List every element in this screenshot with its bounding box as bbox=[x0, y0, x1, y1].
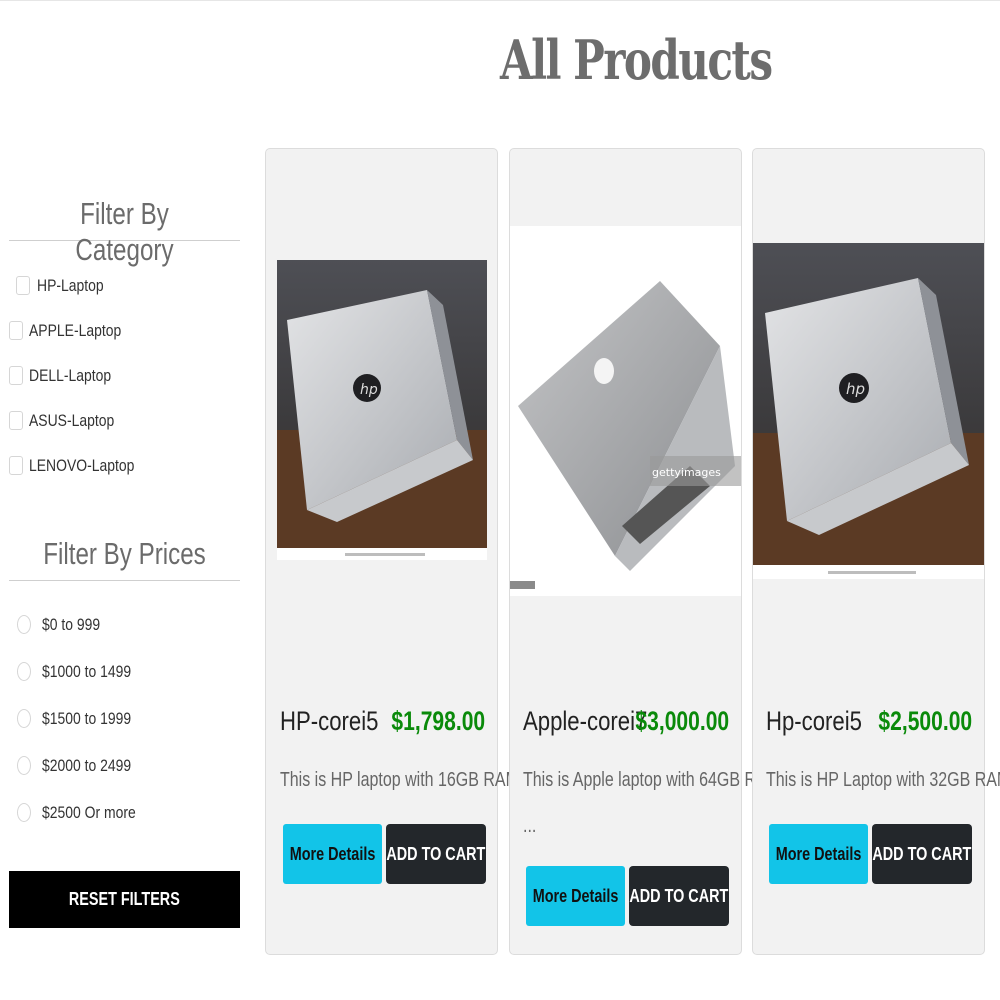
price-label: $1500 to 1999 bbox=[42, 708, 132, 728]
add-to-cart-label: ADD TO CART bbox=[872, 843, 972, 864]
svg-text:hp: hp bbox=[360, 382, 378, 398]
product-card: gettyimages Apple-corei7 $3,000.00 This … bbox=[509, 148, 780, 955]
category-checkbox[interactable] bbox=[9, 456, 23, 475]
category-filter-title: Filter By Category bbox=[75, 196, 174, 267]
category-list: HP-Laptop APPLE-Laptop DELL-Laptop ASUS-… bbox=[9, 263, 240, 488]
category-checkbox[interactable] bbox=[9, 321, 23, 340]
price-option-1500-1999[interactable]: $1500 to 1999 bbox=[9, 695, 240, 742]
category-option-lenovo[interactable]: LENOVO-Laptop bbox=[9, 443, 240, 488]
page-title: All Products bbox=[500, 28, 773, 92]
product-description: This is Apple laptop with 64GB RAM bbox=[523, 769, 781, 791]
price-label: $1000 to 1499 bbox=[42, 661, 132, 681]
apple-laptop-photo: gettyimages bbox=[510, 226, 741, 596]
more-details-label: More Details bbox=[289, 843, 376, 864]
apple-laptop-photo-icon[interactable]: gettyimages bbox=[510, 226, 741, 596]
reset-filters-button[interactable]: RESET FILTERS bbox=[9, 871, 240, 928]
category-option-asus[interactable]: ASUS-Laptop bbox=[9, 398, 240, 443]
filter-sidebar: Filter By Category HP-Laptop APPLE-Lapto… bbox=[9, 196, 240, 836]
price-label: $2500 Or more bbox=[42, 802, 136, 822]
category-option-apple[interactable]: APPLE-Laptop bbox=[9, 308, 240, 353]
category-label: LENOVO-Laptop bbox=[29, 455, 135, 475]
category-option-dell[interactable]: DELL-Laptop bbox=[9, 353, 240, 398]
add-to-cart-button[interactable]: ADD TO CART bbox=[386, 824, 486, 884]
price-radio[interactable] bbox=[17, 803, 31, 822]
svg-text:hp: hp bbox=[846, 380, 865, 398]
price-label: $0 to 999 bbox=[42, 614, 101, 634]
hp-laptop-photo: hp bbox=[753, 243, 984, 579]
product-description: This is HP laptop with 16GB RAM... bbox=[280, 769, 533, 791]
more-details-label: More Details bbox=[775, 843, 862, 864]
add-to-cart-label: ADD TO CART bbox=[629, 885, 729, 906]
more-details-button[interactable]: More Details bbox=[526, 866, 625, 926]
price-option-2000-2499[interactable]: $2000 to 2499 bbox=[9, 742, 240, 789]
product-card: hp HP-corei5 $1,798.00 This is HP laptop… bbox=[265, 148, 532, 955]
price-option-1000-1499[interactable]: $1000 to 1499 bbox=[9, 648, 240, 695]
category-filter-header: Filter By Category bbox=[9, 196, 240, 267]
product-card: hp Hp-corei5 $2,500.00 This is HP Laptop… bbox=[752, 148, 1000, 955]
price-filter: Filter By Prices $0 to 999 $1000 to 1499… bbox=[9, 536, 240, 836]
price-filter-title: Filter By Prices bbox=[43, 536, 206, 571]
price-option-2500-more[interactable]: $2500 Or more bbox=[9, 789, 240, 836]
category-label: DELL-Laptop bbox=[29, 365, 112, 385]
category-checkbox[interactable] bbox=[9, 411, 23, 430]
hp-laptop-photo: hp bbox=[277, 260, 487, 560]
product-description: This is HP Laptop with 32GB RAM ... bbox=[766, 769, 1000, 791]
product-price: $2,500.00 bbox=[878, 706, 972, 736]
more-details-label: More Details bbox=[532, 885, 619, 906]
add-to-cart-label: ADD TO CART bbox=[386, 843, 486, 864]
product-name: Hp-corei5 bbox=[766, 706, 862, 736]
category-checkbox[interactable] bbox=[16, 276, 30, 295]
product-price: $1,798.00 bbox=[391, 706, 485, 736]
price-list: $0 to 999 $1000 to 1499 $1500 to 1999 $2… bbox=[9, 601, 240, 836]
product-name: Apple-corei7 bbox=[523, 706, 648, 736]
add-to-cart-button[interactable]: ADD TO CART bbox=[629, 866, 729, 926]
price-filter-header: Filter By Prices bbox=[9, 536, 240, 581]
product-description-continued: ... bbox=[523, 815, 537, 837]
hp-laptop-photo-icon[interactable]: hp bbox=[266, 260, 497, 560]
product-name: HP-corei5 bbox=[280, 706, 379, 736]
more-details-button[interactable]: More Details bbox=[283, 824, 382, 884]
category-checkbox[interactable] bbox=[9, 366, 23, 385]
hp-laptop-photo-icon[interactable]: hp bbox=[753, 243, 984, 579]
more-details-button[interactable]: More Details bbox=[769, 824, 868, 884]
price-label: $2000 to 2499 bbox=[42, 755, 132, 775]
category-label: HP-Laptop bbox=[37, 275, 104, 295]
category-label: APPLE-Laptop bbox=[29, 320, 122, 340]
price-radio[interactable] bbox=[17, 756, 31, 775]
svg-text:gettyimages: gettyimages bbox=[652, 466, 721, 479]
price-option-0-999[interactable]: $0 to 999 bbox=[9, 601, 240, 648]
reset-filters-label: RESET FILTERS bbox=[69, 889, 180, 909]
price-radio[interactable] bbox=[17, 709, 31, 728]
add-to-cart-button[interactable]: ADD TO CART bbox=[872, 824, 972, 884]
category-label: ASUS-Laptop bbox=[29, 410, 115, 430]
price-radio[interactable] bbox=[17, 615, 31, 634]
product-price: $3,000.00 bbox=[635, 706, 729, 736]
price-radio[interactable] bbox=[17, 662, 31, 681]
